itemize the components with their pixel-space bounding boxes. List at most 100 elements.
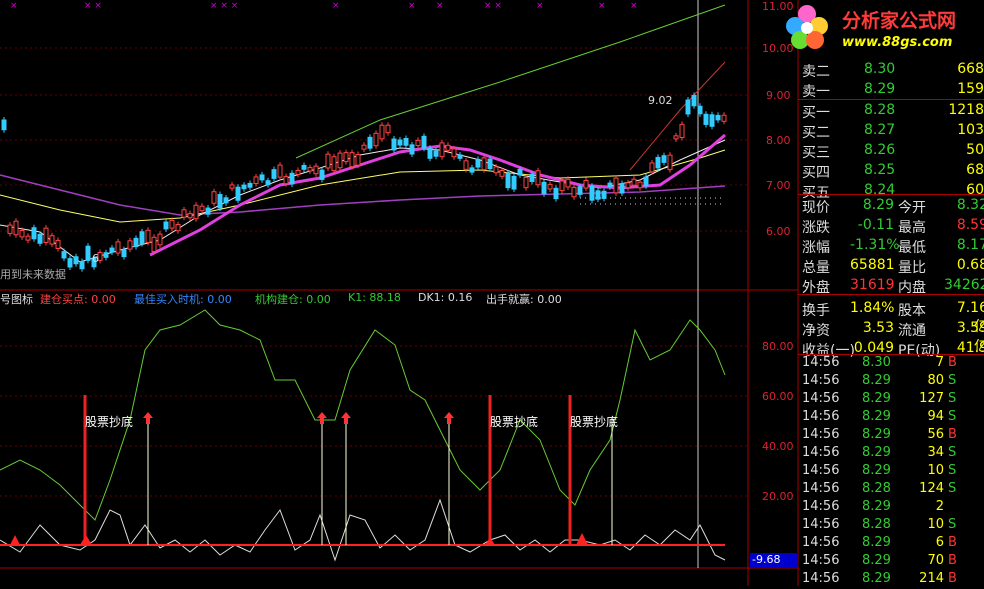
candle-body — [427, 147, 433, 159]
stat-value: 8.32 — [956, 197, 984, 213]
trade-row: 14:56 8.29 2 — [800, 499, 984, 517]
stat-value: -0.11 — [857, 217, 894, 233]
trade-side: B — [948, 535, 957, 550]
stat-row: 涨跌 -0.11 最高 8.59 — [800, 216, 984, 236]
candle-body — [625, 182, 631, 189]
trade-side: B — [948, 355, 957, 370]
trade-price: 8.29 — [862, 463, 891, 478]
trade-side: B — [948, 427, 957, 442]
candle-body — [313, 165, 319, 175]
candle-body — [253, 176, 259, 185]
trade-price: 8.29 — [862, 445, 891, 460]
candle-body — [355, 153, 361, 166]
stat-key: 最低 — [898, 240, 926, 256]
candle-body — [325, 153, 331, 169]
site-logo-name: 分析家公式网 — [842, 10, 957, 32]
order-price: 8.28 — [864, 102, 896, 118]
candle-body — [349, 152, 355, 168]
candle-body — [691, 94, 697, 107]
candle-body — [139, 231, 145, 245]
trade-price: 8.30 — [862, 355, 891, 370]
trade-volume: 7 — [935, 355, 944, 370]
candle-body — [499, 170, 505, 177]
stat-row: 净资 3.53 流通 3.59亿 — [800, 319, 984, 355]
candle-body — [721, 114, 727, 122]
panel-divider — [798, 294, 984, 295]
trade-side: B — [948, 571, 957, 586]
stat-row: 外盘31619内盘34262 — [800, 276, 984, 296]
svg-text:×: × — [598, 1, 606, 11]
candle-body — [259, 174, 265, 181]
trade-row: 14:56 8.29 70 B — [800, 553, 984, 571]
trade-price: 8.29 — [862, 427, 891, 442]
sub-y-label: 60.00 — [762, 390, 794, 403]
trade-row: 14:56 8.29 80 S — [800, 373, 984, 391]
svg-text:×: × — [536, 1, 544, 11]
stat-value: 8.17 — [956, 237, 984, 253]
candle-body — [25, 235, 31, 241]
trade-price: 8.29 — [862, 571, 891, 586]
candle-body — [1, 119, 7, 131]
candle-body — [469, 167, 475, 173]
candle-body — [679, 123, 685, 139]
candle-body — [601, 190, 607, 199]
candle-body — [151, 236, 157, 252]
candle-body — [607, 182, 613, 188]
svg-text:×: × — [436, 1, 444, 11]
candle-body — [475, 158, 481, 168]
candle-body — [619, 183, 625, 194]
candle-body — [229, 184, 235, 189]
candle-body — [175, 224, 181, 232]
candle-body — [55, 239, 61, 249]
candle-body — [73, 256, 79, 265]
candle-body — [649, 162, 655, 173]
candle-body — [145, 229, 151, 243]
trade-price: 8.29 — [862, 499, 891, 514]
candle-body — [13, 220, 19, 236]
low-price-marker: 6 — [92, 252, 99, 265]
trade-price: 8.29 — [862, 553, 891, 568]
candle-body — [301, 164, 307, 170]
order-price: 8.25 — [864, 162, 896, 178]
candle-body — [223, 197, 229, 204]
candle-body — [613, 177, 619, 194]
indicator-title: 号图标 — [0, 293, 33, 306]
stat-key: 股本 — [898, 303, 926, 319]
stat-key: 涨幅 — [802, 240, 830, 256]
trade-price: 8.28 — [862, 517, 891, 532]
candle-body — [505, 172, 511, 189]
candle-body — [421, 135, 427, 149]
candle-body — [685, 99, 691, 115]
trade-side: S — [948, 373, 957, 388]
sub-y-label: 20.00 — [762, 490, 794, 503]
indicator-k1: K1: 88.18 — [348, 291, 401, 304]
indicator-build-buy: 建仓买点: 0.00 — [40, 293, 116, 306]
candle-body — [61, 251, 67, 259]
trade-side: S — [948, 481, 957, 496]
trade-price: 8.28 — [862, 481, 891, 496]
candle-body — [133, 237, 139, 248]
candle-body — [373, 132, 379, 147]
candle-body — [31, 227, 37, 240]
candle-body — [631, 178, 637, 186]
trade-volume: 70 — [927, 553, 944, 568]
trade-volume: 214 — [919, 571, 944, 586]
candle-body — [67, 258, 73, 268]
candle-body — [385, 124, 391, 134]
flower-logo-icon — [785, 2, 829, 52]
order-price: 8.30 — [864, 61, 896, 77]
stat-row: 涨幅 -1.31% 最低 8.17 — [800, 236, 984, 256]
trade-row: 14:56 8.29 94 S — [800, 409, 984, 427]
candle-body — [7, 224, 13, 234]
trade-time: 14:56 — [802, 463, 840, 478]
trade-time: 14:56 — [802, 481, 840, 496]
candle-body — [343, 152, 349, 163]
stat-value: -1.31% — [850, 237, 900, 253]
stat-value: 8.59 — [956, 217, 984, 233]
stat-key: 今开 — [898, 200, 926, 216]
candle-body — [109, 247, 115, 253]
candle-body — [643, 176, 649, 187]
stat-value: 0.68 — [956, 257, 984, 273]
trade-price: 8.29 — [862, 391, 891, 406]
candle-body — [337, 152, 343, 169]
